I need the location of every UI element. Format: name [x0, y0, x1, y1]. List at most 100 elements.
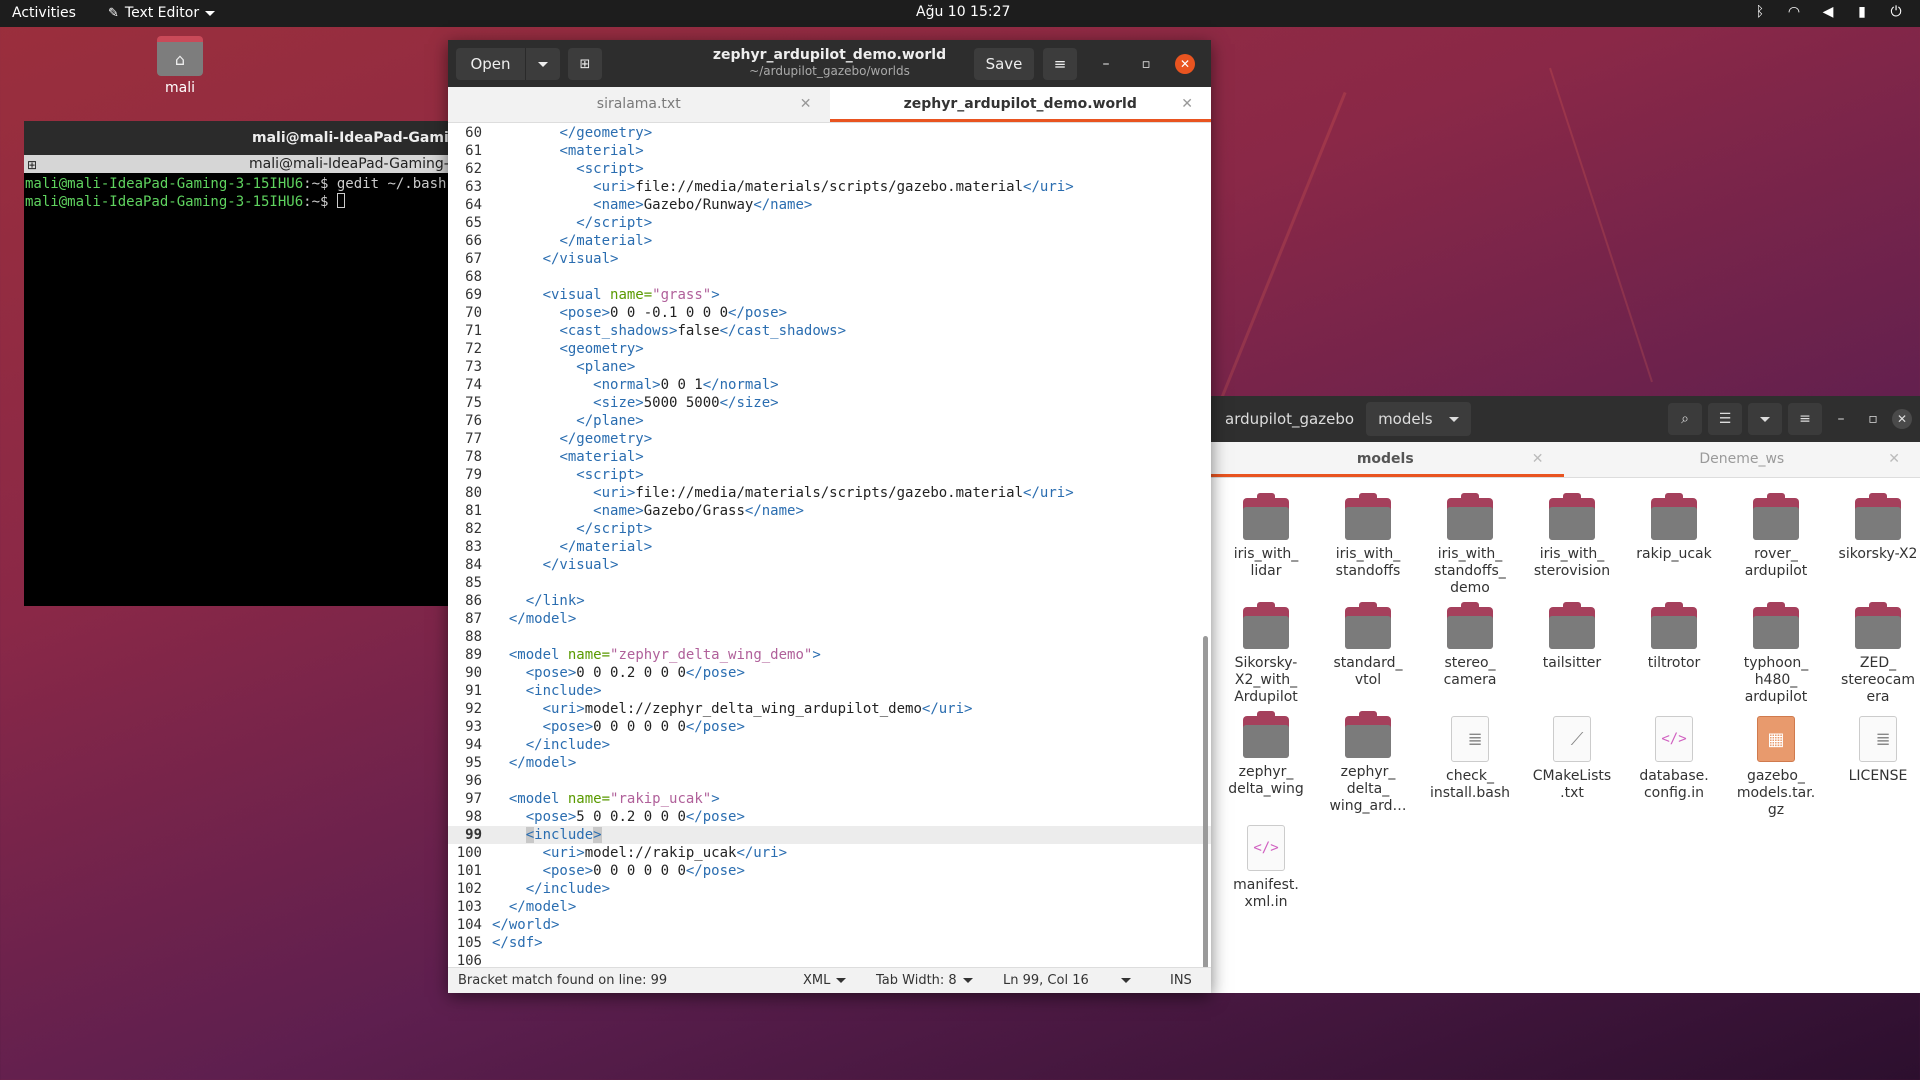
code-line[interactable]: 88 [448, 628, 1211, 646]
code-line[interactable]: 89 <model name="zephyr_delta_wing_demo"> [448, 646, 1211, 664]
close-tab-icon[interactable]: ✕ [800, 87, 812, 121]
file-item[interactable]: iris_with_ standoffs_ demo [1423, 493, 1517, 597]
power-menu-icon[interactable]: ⏻ [1888, 4, 1904, 20]
code-line[interactable]: 106 [448, 952, 1211, 967]
text-editor-window[interactable]: Open ⊞ zephyr_ardupilot_demo.world ~/ard… [448, 40, 1211, 993]
file-item[interactable]: rakip_ucak [1627, 493, 1721, 563]
close-button[interactable]: ✕ [1175, 54, 1195, 74]
code-line[interactable]: 75 <size>5000 5000</size> [448, 394, 1211, 412]
file-item[interactable]: iris_with_ lidar [1219, 493, 1313, 580]
search-button[interactable]: ⌕ [1668, 403, 1702, 435]
file-item[interactable]: </> database. config.in [1627, 716, 1721, 802]
file-item[interactable]: ≣ check_ install.bash [1423, 716, 1517, 802]
terminal-window[interactable]: mali@mali-IdeaPad-Gaming-3-15IHU6: ~ ⊞ m… [24, 121, 454, 606]
tab-width-selector[interactable]: Tab Width: 8 [876, 973, 973, 988]
file-item[interactable]: tailsitter [1525, 602, 1619, 672]
code-line[interactable]: 67 </visual> [448, 250, 1211, 268]
close-tab-icon[interactable]: ✕ [1888, 442, 1900, 476]
vertical-scrollbar[interactable] [1203, 636, 1208, 967]
close-tab-icon[interactable]: ✕ [1532, 442, 1544, 476]
code-line[interactable]: 85 [448, 574, 1211, 592]
code-line[interactable]: 74 <normal>0 0 1</normal> [448, 376, 1211, 394]
code-line[interactable]: 98 <pose>5 0 0.2 0 0 0</pose> [448, 808, 1211, 826]
file-item[interactable]: iris_with_ standoffs [1321, 493, 1415, 580]
language-selector[interactable]: XML [803, 973, 847, 988]
code-line[interactable]: 65 </script> [448, 214, 1211, 232]
code-line[interactable]: 81 <name>Gazebo/Grass</name> [448, 502, 1211, 520]
code-line[interactable]: 72 <geometry> [448, 340, 1211, 358]
code-line[interactable]: 60 </geometry> [448, 124, 1211, 142]
code-line[interactable]: 79 <script> [448, 466, 1211, 484]
code-line[interactable]: 103 </model> [448, 898, 1211, 916]
app-menu[interactable]: ✎ Text Editor [108, 5, 216, 21]
bluetooth-icon[interactable]: ᛒ [1752, 4, 1768, 20]
file-item[interactable]: typhoon_ h480_ ardupilot [1729, 602, 1823, 706]
close-button[interactable]: ✕ [1892, 409, 1912, 429]
terminal-output[interactable]: mali@mali-IdeaPad-Gaming-3-15IHU6:~$ ged… [24, 173, 454, 213]
terminal-tab[interactable]: ⊞ mali@mali-IdeaPad-Gaming-3-15IHU6: ~ [24, 155, 454, 173]
code-line[interactable]: 102 </include> [448, 880, 1211, 898]
code-line[interactable]: 104 </world> [448, 916, 1211, 934]
view-options-button[interactable] [1748, 403, 1782, 435]
code-line[interactable]: 63 <uri>file://media/materials/scripts/g… [448, 178, 1211, 196]
breadcrumb-models[interactable]: models [1366, 402, 1472, 436]
system-tray[interactable]: ᛒ ◠ ◀ ▮ ⏻ [1752, 4, 1904, 20]
code-line[interactable]: 83 </material> [448, 538, 1211, 556]
minimize-button[interactable]: – [1828, 406, 1854, 432]
file-item[interactable]: zephyr_ delta_ wing_ard… [1321, 711, 1415, 815]
code-line[interactable]: 93 <pose>0 0 0 0 0 0</pose> [448, 718, 1211, 736]
code-line[interactable]: 82 </script> [448, 520, 1211, 538]
code-line[interactable]: 86 </link> [448, 592, 1211, 610]
code-line[interactable]: 100 <uri>model://rakip_ucak</uri> [448, 844, 1211, 862]
code-line[interactable]: 91 <include> [448, 682, 1211, 700]
insert-mode[interactable]: INS [1170, 973, 1192, 988]
file-item[interactable]: rover_ ardupilot [1729, 493, 1823, 580]
code-line[interactable]: 84 </visual> [448, 556, 1211, 574]
terminal-title[interactable]: mali@mali-IdeaPad-Gaming-3-15IHU6: ~ [24, 121, 454, 155]
tab-models[interactable]: models ✕ [1207, 442, 1564, 477]
new-tab-icon[interactable]: ⊞ [27, 156, 37, 174]
code-line[interactable]: 76 </plane> [448, 412, 1211, 430]
code-line[interactable]: 78 <material> [448, 448, 1211, 466]
code-line[interactable]: 90 <pose>0 0 0.2 0 0 0</pose> [448, 664, 1211, 682]
code-line[interactable]: 87 </model> [448, 610, 1211, 628]
cursor-position-selector[interactable]: Ln 99, Col 16 [1003, 973, 1131, 988]
code-line[interactable]: 69 <visual name="grass"> [448, 286, 1211, 304]
file-item[interactable]: tiltrotor [1627, 602, 1721, 672]
code-line[interactable]: 68 [448, 268, 1211, 286]
file-item[interactable]: stereo_ camera [1423, 602, 1517, 689]
code-line[interactable]: 95 </model> [448, 754, 1211, 772]
code-line[interactable]: 96 [448, 772, 1211, 790]
code-line[interactable]: 66 </material> [448, 232, 1211, 250]
code-line[interactable]: 77 </geometry> [448, 430, 1211, 448]
code-line[interactable]: 94 </include> [448, 736, 1211, 754]
battery-icon[interactable]: ▮ [1854, 4, 1870, 20]
files-menu-button[interactable]: ≡ [1788, 403, 1822, 435]
code-line[interactable]: 70 <pose>0 0 -0.1 0 0 0</pose> [448, 304, 1211, 322]
file-item[interactable]: sikorsky-X2 [1831, 493, 1920, 563]
file-item[interactable]: ≣ LICENSE [1831, 716, 1920, 785]
tab-siralama-txt[interactable]: siralama.txt ✕ [448, 87, 830, 122]
editor-menu-button[interactable]: ≡ [1043, 48, 1077, 80]
file-item[interactable]: zephyr_ delta_wing [1219, 711, 1313, 798]
desktop-home-folder[interactable]: ⌂ mali [152, 36, 208, 96]
code-line[interactable]: 101 <pose>0 0 0 0 0 0</pose> [448, 862, 1211, 880]
breadcrumb-ardupilot-gazebo[interactable]: ardupilot_gazebo [1213, 402, 1366, 436]
open-recent-dropdown[interactable] [526, 48, 560, 80]
save-button[interactable]: Save [974, 48, 1034, 80]
code-line[interactable]: 99 <include> [448, 826, 1211, 844]
code-line[interactable]: 62 <script> [448, 160, 1211, 178]
file-item[interactable]: Sikorsky- X2_with_ Ardupilot [1219, 602, 1313, 706]
wifi-icon[interactable]: ◠ [1786, 4, 1802, 20]
file-item[interactable]: ZED_ stereocam era [1831, 602, 1920, 706]
code-line[interactable]: 97 <model name="rakip_ucak"> [448, 790, 1211, 808]
close-tab-icon[interactable]: ✕ [1181, 87, 1193, 121]
file-item[interactable]: </> manifest. xml.in [1219, 825, 1313, 911]
minimize-button[interactable]: – [1094, 52, 1118, 76]
code-line[interactable]: 105 </sdf> [448, 934, 1211, 952]
new-document-button[interactable]: ⊞ [568, 48, 602, 80]
file-item[interactable]: ▦ gazebo_ models.tar. gz [1729, 716, 1823, 819]
tab-zephyr-world[interactable]: zephyr_ardupilot_demo.world ✕ [829, 87, 1211, 122]
view-list-button[interactable]: ☰ [1708, 403, 1742, 435]
files-window[interactable]: ardupilot_gazebo models ⌕ ☰ ≡ – ▫ ✕ mode… [1207, 396, 1920, 993]
